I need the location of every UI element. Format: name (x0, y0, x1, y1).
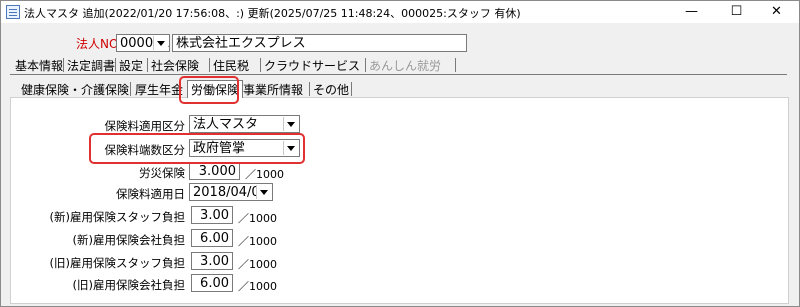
tab-separator (63, 58, 64, 72)
accident-insurance-label: 労災保険 (139, 166, 185, 180)
apply-class-label: 保険料適用区分 (104, 119, 186, 133)
corporation-master-window: 法人マスタ 追加(2022/01/20 17:56:08、:) 更新(2025/… (0, 0, 800, 307)
old-staff-burden-input[interactable]: 3.00 (191, 252, 233, 270)
app-icon (6, 5, 20, 19)
sub-tab-4[interactable]: その他 (313, 81, 349, 98)
title-bar: 法人マスタ 追加(2022/01/20 17:56:08、:) 更新(2025/… (1, 1, 799, 23)
sub-tab-3[interactable]: 事業所情報 (243, 81, 303, 98)
apply-class-value: 法人マスタ (193, 117, 259, 132)
close-button[interactable]: ✕ (754, 1, 799, 23)
tab-separator (351, 82, 352, 96)
chevron-down-icon[interactable] (283, 141, 298, 155)
corp-no-label: 法人NO (76, 37, 119, 51)
new-staff-burden-label: (新)雇用保険スタッフ負担 (49, 210, 185, 224)
main-tab-bar: 基本情報 法定調書 設定 社会保険 住民税 クラウドサービス あんしん就労 (15, 57, 795, 73)
corp-no-dropdown[interactable]: 000001 (116, 34, 170, 52)
tab-separator (260, 58, 261, 72)
main-tab-2[interactable]: 設定 (119, 57, 143, 74)
tab-separator (130, 82, 131, 96)
main-tab-3[interactable]: 社会保険 (151, 57, 199, 74)
tab-separator (365, 58, 366, 72)
apply-date-dropdown[interactable]: 2018/04/01 (189, 183, 273, 201)
minimize-button[interactable]: — (669, 1, 714, 23)
tab-separator (147, 58, 148, 72)
main-tab-0[interactable]: 基本情報 (15, 57, 63, 74)
chevron-down-icon[interactable] (153, 36, 168, 50)
main-tab-6[interactable]: あんしん就労 (369, 57, 441, 74)
new-company-burden-input[interactable]: 6.00 (191, 229, 233, 247)
maximize-button[interactable]: ☐ (714, 1, 759, 23)
tab-separator (209, 58, 210, 72)
sub-tab-0[interactable]: 健康保険・介護保険 (21, 81, 129, 98)
tab-separator (115, 58, 116, 72)
corp-name-field[interactable]: 株式会社エクスプレス (172, 34, 467, 52)
new-company-burden-label: (新)雇用保険会社負担 (72, 233, 185, 247)
new-staff-burden-input[interactable]: 3.00 (191, 206, 233, 224)
chevron-down-icon[interactable] (283, 117, 298, 131)
accident-insurance-input[interactable]: 3.000 (189, 162, 240, 180)
old-company-burden-input[interactable]: 6.00 (191, 274, 233, 292)
accident-insurance-unit: ／1000 (245, 168, 284, 181)
main-tab-4[interactable]: 住民税 (213, 57, 249, 74)
rounding-class-label: 保険料端数区分 (104, 143, 186, 157)
apply-class-dropdown[interactable]: 法人マスタ (189, 115, 300, 133)
tab-separator (455, 58, 456, 72)
old-staff-burden-unit: ／1000 (238, 258, 277, 271)
new-company-burden-unit: ／1000 (238, 235, 277, 248)
main-tab-divider (10, 74, 787, 75)
old-company-burden-unit: ／1000 (238, 280, 277, 293)
main-tab-1[interactable]: 法定調書 (67, 57, 115, 74)
main-tab-5[interactable]: クラウドサービス (264, 57, 360, 74)
chevron-down-icon[interactable] (256, 185, 271, 199)
tab-separator (309, 82, 310, 96)
old-company-burden-label: (旧)雇用保険会社負担 (72, 278, 185, 292)
apply-date-label: 保険料適用日 (116, 187, 185, 201)
rounding-class-dropdown[interactable]: 政府管掌 (189, 139, 300, 157)
rounding-class-value: 政府管掌 (193, 141, 246, 156)
window-title: 法人マスタ 追加(2022/01/20 17:56:08、:) 更新(2025/… (24, 7, 521, 20)
new-staff-burden-unit: ／1000 (238, 212, 277, 225)
sub-tab-2[interactable]: 労働保険 (187, 80, 244, 98)
old-staff-burden-label: (旧)雇用保険スタッフ負担 (49, 256, 185, 270)
sub-tab-1[interactable]: 厚生年金 (135, 81, 183, 98)
